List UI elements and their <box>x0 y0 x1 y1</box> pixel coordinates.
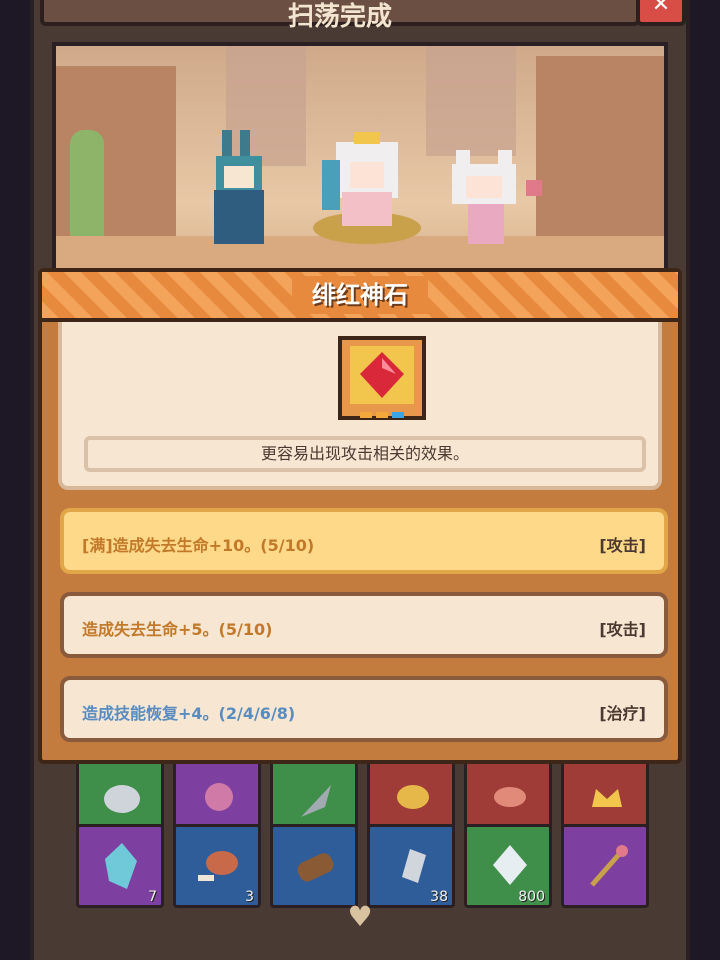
cactus <box>70 130 104 250</box>
pillar <box>426 46 516 156</box>
item-slot <box>338 336 426 420</box>
effect-text: 造成技能恢复+4。(2/4/6/8) <box>82 704 296 723</box>
item-detail-dialog: 绯红神石 更容易出现攻击相关的效果。 [满]造成失去生命+10。(5/10) [… <box>38 268 682 764</box>
effect-tag: [攻击] <box>599 536 646 555</box>
effect-tag: [攻击] <box>599 620 646 639</box>
feather-icon <box>301 785 331 817</box>
dialog-header: 绯红神石 <box>42 272 678 322</box>
item-count: 3 <box>245 889 254 905</box>
effect-text: [满]造成失去生命+10。(5/10) <box>82 536 315 555</box>
inventory-slot[interactable] <box>561 824 649 908</box>
inventory-slot[interactable]: 7 <box>76 824 164 908</box>
character-catgirl <box>446 150 556 250</box>
nugget-icon <box>397 785 429 809</box>
meat-icon <box>494 787 526 807</box>
item-count: 7 <box>148 889 157 905</box>
crown-icon <box>592 789 622 807</box>
item-description: 更容易出现攻击相关的效果。 <box>84 436 646 472</box>
rank-dot <box>360 412 372 418</box>
crystal-icon <box>105 843 137 889</box>
item-count: 800 <box>518 889 545 905</box>
close-icon: ✕ <box>651 0 671 17</box>
wand-icon <box>590 845 628 887</box>
log-icon <box>297 853 334 882</box>
effect-row: 造成技能恢复+4。(2/4/6/8) [治疗] <box>60 676 668 742</box>
rank-dot <box>392 412 404 418</box>
inventory-slot[interactable]: 3 <box>173 824 261 908</box>
window-title: 扫荡完成 <box>287 2 392 32</box>
effect-tag: [治疗] <box>599 704 646 723</box>
egg-icon <box>104 785 140 813</box>
window-title-bar: 扫荡完成 <box>40 0 640 32</box>
close-button[interactable]: ✕ <box>636 0 686 26</box>
silver-gem-icon <box>402 849 426 883</box>
battle-scene <box>52 42 668 274</box>
heart-icon: ♥ <box>347 900 373 933</box>
character-bunny-girl <box>206 130 276 250</box>
effect-row: [满]造成失去生命+10。(5/10) [攻击] <box>60 508 668 574</box>
effect-row: 造成失去生命+5。(5/10) [攻击] <box>60 592 668 658</box>
inventory-slot[interactable] <box>270 824 358 908</box>
effect-text: 造成失去生命+5。(5/10) <box>82 620 273 639</box>
crimson-gem-icon <box>350 346 414 404</box>
diamond-icon <box>493 845 527 885</box>
flower-icon <box>205 783 233 811</box>
inventory-grid: 8 498 1 1 1 7 3 38 800 <box>76 760 649 920</box>
ham-icon <box>198 851 238 881</box>
dialog-title: 绯红神石 <box>292 276 428 314</box>
inventory-slot[interactable]: 800 <box>464 824 552 908</box>
inventory-slot[interactable]: 38 <box>367 824 455 908</box>
item-info-panel: 更容易出现攻击相关的效果。 <box>58 322 662 490</box>
item-count: 38 <box>430 889 448 905</box>
rank-dot <box>376 412 388 418</box>
character-princess <box>312 130 422 250</box>
